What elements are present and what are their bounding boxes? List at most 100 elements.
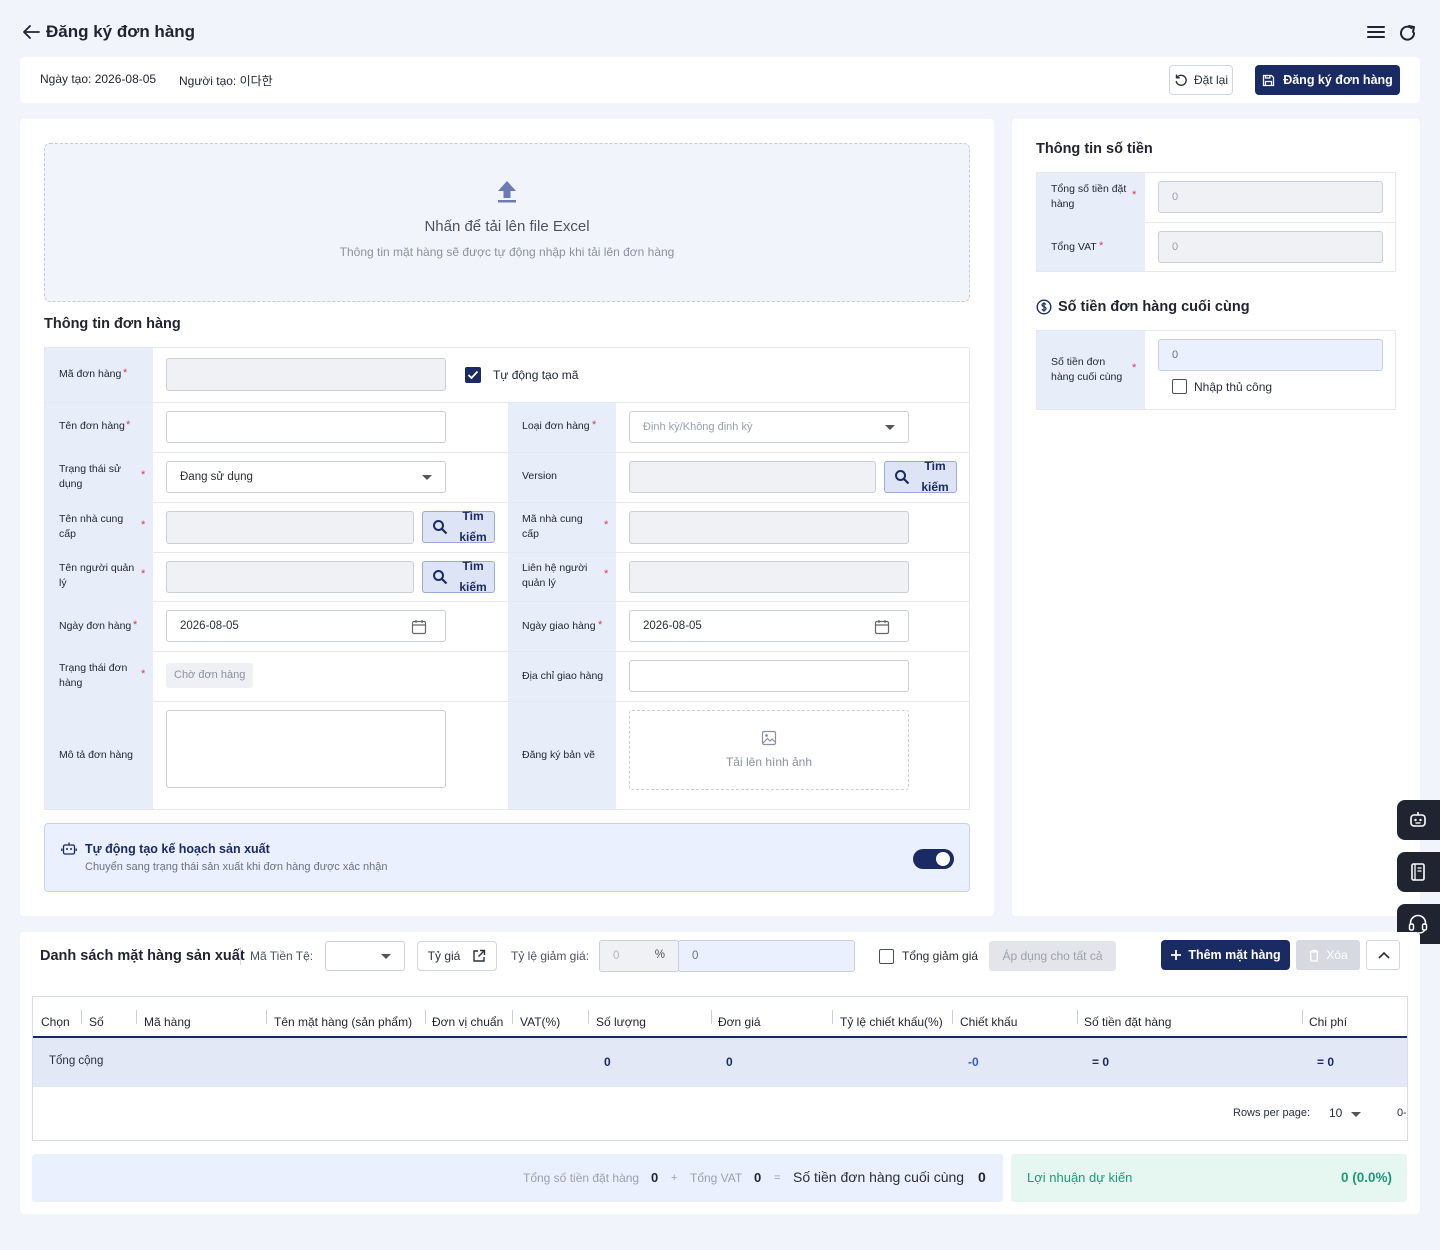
summary-total-order-value: 0	[651, 1170, 659, 1185]
order-info-title: Thông tin đơn hàng	[44, 316, 181, 332]
delete-button[interactable]: Xóa	[1296, 940, 1360, 970]
dollar-icon	[1036, 299, 1052, 315]
delivery-address-label: Địa chỉ giao hàng	[522, 670, 604, 682]
manual-button[interactable]	[1397, 852, 1440, 892]
delivery-address-input[interactable]	[629, 660, 909, 692]
rows-per-page-select[interactable]: 10	[1329, 1106, 1363, 1122]
refresh-icon[interactable]	[1398, 24, 1418, 42]
order-code-input[interactable]	[166, 358, 446, 391]
total-cost: = 0	[1317, 1055, 1335, 1069]
check-icon	[467, 370, 479, 380]
calendar-icon[interactable]	[874, 619, 890, 635]
reset-button[interactable]: Đặt lại	[1169, 65, 1233, 95]
chevron-down-icon	[422, 475, 432, 481]
chevron-down-icon	[1351, 1112, 1361, 1118]
exchange-rate-button[interactable]: Tỷ giá	[417, 941, 497, 971]
col-item-code: Mã hàng	[144, 1015, 191, 1029]
discount-amount-input[interactable]: 0	[678, 940, 855, 972]
delivery-date-label: Ngày giao hàng	[522, 620, 596, 632]
add-item-button[interactable]: Thêm mặt hàng	[1161, 940, 1290, 970]
supplier-code-label: Mã nhà cung cấp	[522, 513, 583, 540]
order-date-value: 2026-08-05	[180, 620, 239, 632]
upload-title: Nhấn để tải lên file Excel	[424, 218, 590, 235]
manager-search-button[interactable]: Tìm kiếm	[422, 559, 495, 594]
chevron-up-icon	[1378, 951, 1390, 959]
summary-vat-label: Tổng VAT	[690, 1171, 743, 1185]
manager-name-label: Tên người quản lý	[59, 562, 135, 589]
col-vat: VAT(%)	[520, 1015, 561, 1029]
upload-subtitle: Thông tin mặt hàng sẽ được tự động nhập …	[339, 245, 675, 259]
delivery-date-value: 2026-08-05	[643, 620, 702, 632]
calendar-icon[interactable]	[411, 619, 427, 635]
amount-info-title: Thông tin số tiền	[1036, 141, 1153, 157]
final-amount-title: Số tiền đơn hàng cuối cùng	[1058, 299, 1250, 315]
manual-input-label: Nhập thủ công	[1194, 380, 1273, 394]
order-type-select[interactable]: Định kỳ/Không định kỳ	[629, 411, 909, 443]
col-item-name: Tên mặt hàng (sản phẩm)	[274, 1015, 413, 1029]
total-discount-checkbox[interactable]	[879, 949, 894, 964]
col-select: Chọn	[41, 1015, 70, 1029]
register-order-button[interactable]: Đăng ký đơn hàng	[1255, 65, 1400, 95]
col-discount-rate: Tỷ lệ chiết khấu(%)	[840, 1015, 943, 1029]
image-upload-area[interactable]: Tải lên hình ảnh	[629, 710, 909, 790]
order-code-label: Mã đơn hàng	[59, 368, 122, 380]
search-icon	[894, 469, 910, 485]
external-link-icon	[472, 949, 486, 963]
summary-total-order-label: Tổng số tiền đặt hàng	[523, 1171, 640, 1185]
auto-plan-toggle[interactable]	[913, 849, 954, 869]
order-status-badge: Chờ đơn hàng	[166, 663, 254, 688]
chevron-down-icon	[885, 425, 895, 431]
summary-final-value: 0	[978, 1169, 986, 1185]
order-name-input[interactable]	[166, 411, 446, 443]
final-amount-input[interactable]: 0	[1158, 339, 1383, 371]
robot-icon	[1408, 810, 1428, 830]
auto-code-checkbox[interactable]	[465, 367, 481, 383]
currency-select[interactable]	[325, 941, 405, 971]
total-quantity: 0	[604, 1055, 611, 1069]
order-date-label: Ngày đơn hàng	[59, 620, 132, 632]
supplier-search-button[interactable]: Tìm kiếm	[422, 509, 495, 544]
back-arrow-icon[interactable]	[22, 24, 40, 40]
apply-all-button[interactable]: Áp dụng cho tất cả	[989, 941, 1116, 971]
discount-percent-input[interactable]: 0 %	[599, 940, 679, 972]
book-icon	[1408, 862, 1428, 882]
page-title: Đăng ký đơn hàng	[46, 22, 196, 41]
collapse-button[interactable]	[1366, 940, 1400, 970]
order-date-input[interactable]: 2026-08-05	[166, 610, 446, 642]
usage-status-select[interactable]: Đang sử dụng	[166, 461, 446, 493]
order-type-label: Loại đơn hàng	[522, 420, 590, 432]
delivery-date-input[interactable]: 2026-08-05	[629, 610, 909, 642]
auto-code-label: Tự động tạo mã	[493, 368, 579, 382]
version-input[interactable]	[629, 461, 876, 493]
order-status-label: Trạng thái đơn hàng	[59, 662, 128, 689]
total-unit-price: 0	[726, 1055, 733, 1069]
col-number: Số	[89, 1015, 104, 1029]
search-icon	[432, 569, 448, 585]
version-search-button[interactable]: Tìm kiếm	[884, 459, 957, 494]
manual-input-checkbox[interactable]	[1172, 379, 1187, 394]
description-textarea[interactable]	[166, 710, 446, 788]
col-cost: Chi phí	[1309, 1015, 1348, 1029]
total-vat-label: Tổng VAT	[1051, 241, 1097, 253]
supplier-code-input[interactable]	[629, 511, 909, 544]
total-vat-input[interactable]: 0	[1158, 231, 1383, 263]
col-order-amount: Số tiền đặt hàng	[1084, 1015, 1172, 1029]
manager-name-input[interactable]	[166, 561, 414, 593]
items-title: Danh sách mặt hàng sản xuất	[40, 948, 245, 964]
total-order-amount: = 0	[1092, 1055, 1110, 1069]
total-discount-label: Tổng giảm giá	[902, 949, 979, 963]
delete-label: Xóa	[1326, 948, 1348, 962]
menu-icon[interactable]	[1366, 24, 1386, 40]
upload-icon	[497, 180, 517, 203]
chatbot-button[interactable]	[1397, 800, 1440, 840]
usage-status-label: Trạng thái sử dụng	[59, 463, 122, 490]
auto-plan-panel: Tự động tạo kế hoạch sản xuất Chuyển san…	[44, 823, 970, 892]
chevron-down-icon	[381, 954, 391, 960]
excel-upload-area[interactable]: Nhấn để tải lên file Excel Thông tin mặt…	[44, 143, 970, 302]
total-order-input[interactable]: 0	[1158, 181, 1383, 213]
final-amount-label: Số tiền đơn hàng cuối cùng	[1051, 356, 1123, 383]
currency-label: Mã Tiền Tệ:	[250, 949, 314, 963]
supplier-name-input[interactable]	[166, 511, 414, 544]
manager-contact-input[interactable]	[629, 561, 909, 593]
order-type-placeholder: Định kỳ/Không định kỳ	[643, 421, 753, 433]
